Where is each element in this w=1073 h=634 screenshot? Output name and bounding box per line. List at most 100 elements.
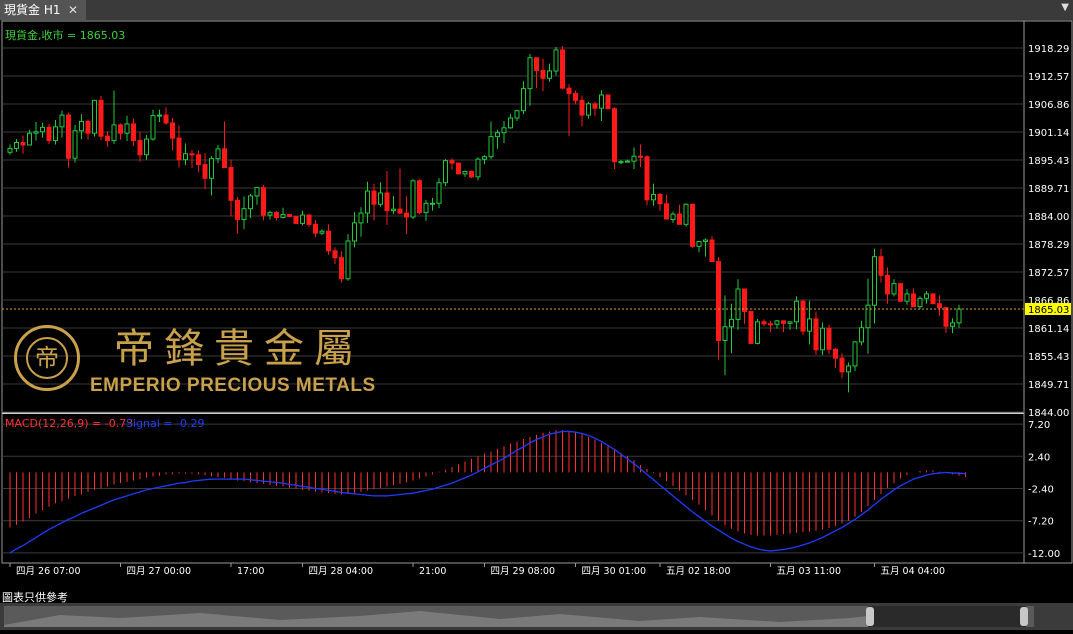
tab-bar: 現貨金 H1 ✕ ▼ xyxy=(0,0,1073,21)
candle-body xyxy=(703,239,708,242)
candle-body xyxy=(59,114,65,128)
macd-pane-title: MACD(12,26,9) = -0.73 xyxy=(5,417,133,430)
candle-body xyxy=(911,293,916,308)
candle-body xyxy=(20,142,26,146)
candle-body xyxy=(566,87,572,95)
macd-tick-label: -7.20 xyxy=(1028,517,1054,528)
candle-body xyxy=(287,214,292,218)
chevron-down-icon[interactable]: ▼ xyxy=(1061,2,1069,13)
candle-body xyxy=(547,70,552,79)
candle-body xyxy=(384,192,390,212)
candle-body xyxy=(92,99,97,134)
candle-body xyxy=(586,103,591,116)
candle-body xyxy=(449,160,455,164)
time-tick-label: 17:00 xyxy=(237,566,264,577)
candle-body xyxy=(683,203,689,225)
time-tick-label: 五月 02 18:00 xyxy=(666,566,731,577)
candle-body xyxy=(319,230,325,234)
price-tick-label: 1878.29 xyxy=(1028,240,1069,251)
candle-body xyxy=(826,327,832,350)
candle-body xyxy=(189,153,195,156)
candle-body xyxy=(215,148,221,160)
candle-body xyxy=(488,136,494,158)
candle-body xyxy=(904,293,910,302)
price-tick-label: 1849.71 xyxy=(1028,380,1069,391)
macd-tick-label: -12.00 xyxy=(1028,549,1060,560)
candle-body xyxy=(410,180,416,218)
close-icon[interactable]: ✕ xyxy=(68,0,78,20)
price-tick-label: 1918.29 xyxy=(1028,44,1069,55)
candle-body xyxy=(937,303,942,309)
candle-body xyxy=(820,327,825,351)
candle-body xyxy=(345,240,351,280)
candle-body xyxy=(898,283,903,302)
candle-body xyxy=(144,138,149,156)
candle-body xyxy=(709,239,715,263)
candle-body xyxy=(105,135,110,142)
candle-body xyxy=(462,170,468,175)
candle-body xyxy=(833,348,838,359)
macd-tick-label: 7.20 xyxy=(1028,420,1050,431)
candle-body xyxy=(170,122,175,139)
scrollbar-overview xyxy=(4,606,1034,627)
candle-body xyxy=(267,212,273,216)
candle-body xyxy=(755,321,760,344)
candle-body xyxy=(878,256,884,276)
tab-chart-xau-h1[interactable]: 現貨金 H1 ✕ xyxy=(0,0,86,20)
candle-body xyxy=(508,117,513,129)
candle-body xyxy=(768,323,773,326)
candle-body xyxy=(222,148,227,169)
candle-body xyxy=(748,311,754,344)
price-tick-label: 1884.00 xyxy=(1028,212,1069,223)
candle-body xyxy=(729,318,734,328)
scrollbar-window[interactable] xyxy=(868,606,1026,627)
candle-body xyxy=(527,57,533,90)
candle-body xyxy=(534,57,539,72)
logo-english-name: EMPERIO PRECIOUS METALS xyxy=(90,375,376,396)
candle-body xyxy=(46,126,52,142)
candle-body xyxy=(365,190,370,214)
candle-body xyxy=(163,114,169,124)
price-tick-label: 1912.57 xyxy=(1028,72,1069,83)
price-chart[interactable]: 1918.29 1912.57 1906.86 1901.14 1895.43 1889.… xyxy=(0,20,1073,603)
candle-body xyxy=(417,180,422,214)
candle-body xyxy=(774,320,780,325)
candle-body xyxy=(807,318,812,332)
candle-body xyxy=(228,167,234,201)
candle-body xyxy=(157,114,162,117)
scrollbar-handle-right[interactable] xyxy=(1020,607,1028,626)
candle-body xyxy=(404,212,409,218)
candle-body xyxy=(924,293,929,299)
candle-body xyxy=(839,357,845,373)
candle-body xyxy=(14,142,19,149)
candle-body xyxy=(118,124,123,134)
candle-body xyxy=(670,213,676,220)
time-tick-label: 21:00 xyxy=(419,566,446,577)
candle-body xyxy=(371,190,377,205)
price-tick-label: 1895.43 xyxy=(1028,156,1069,167)
candle-body xyxy=(326,230,331,252)
candle-body xyxy=(638,155,643,158)
candle-body xyxy=(677,213,682,225)
candle-body xyxy=(397,208,403,214)
candle-body xyxy=(579,99,585,116)
candle-body xyxy=(40,126,45,133)
candle-body xyxy=(280,214,286,218)
time-tick-label: 四月 26 07:00 xyxy=(16,566,81,577)
candle-body xyxy=(33,131,39,134)
candle-body xyxy=(495,132,500,138)
candle-body xyxy=(696,240,702,247)
candle-body xyxy=(202,164,208,179)
candle-body xyxy=(306,214,312,225)
candle-body xyxy=(781,320,786,324)
chart-scrollbar[interactable] xyxy=(0,603,1073,630)
candle-body xyxy=(794,300,799,323)
chart-frame xyxy=(1,20,1073,564)
candle-body xyxy=(196,154,201,166)
candle-body xyxy=(644,156,650,201)
scrollbar-handle-left[interactable] xyxy=(866,607,874,626)
candle-body xyxy=(124,123,130,134)
candle-body xyxy=(625,160,630,163)
candle-body xyxy=(313,223,318,234)
candle-body xyxy=(378,192,383,205)
